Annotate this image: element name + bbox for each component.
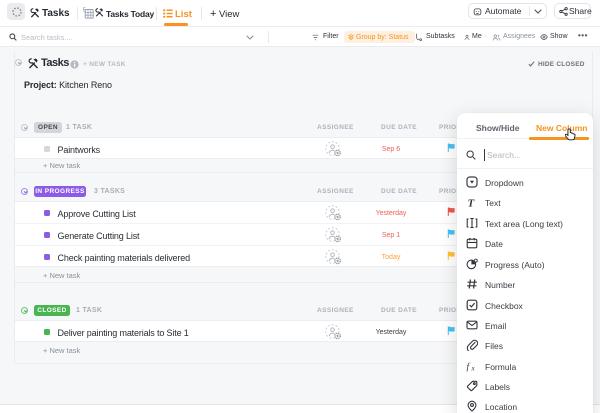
svg-text:x: x xyxy=(471,365,476,373)
svg-text:T: T xyxy=(468,198,476,209)
svg-text:f: f xyxy=(467,362,471,373)
